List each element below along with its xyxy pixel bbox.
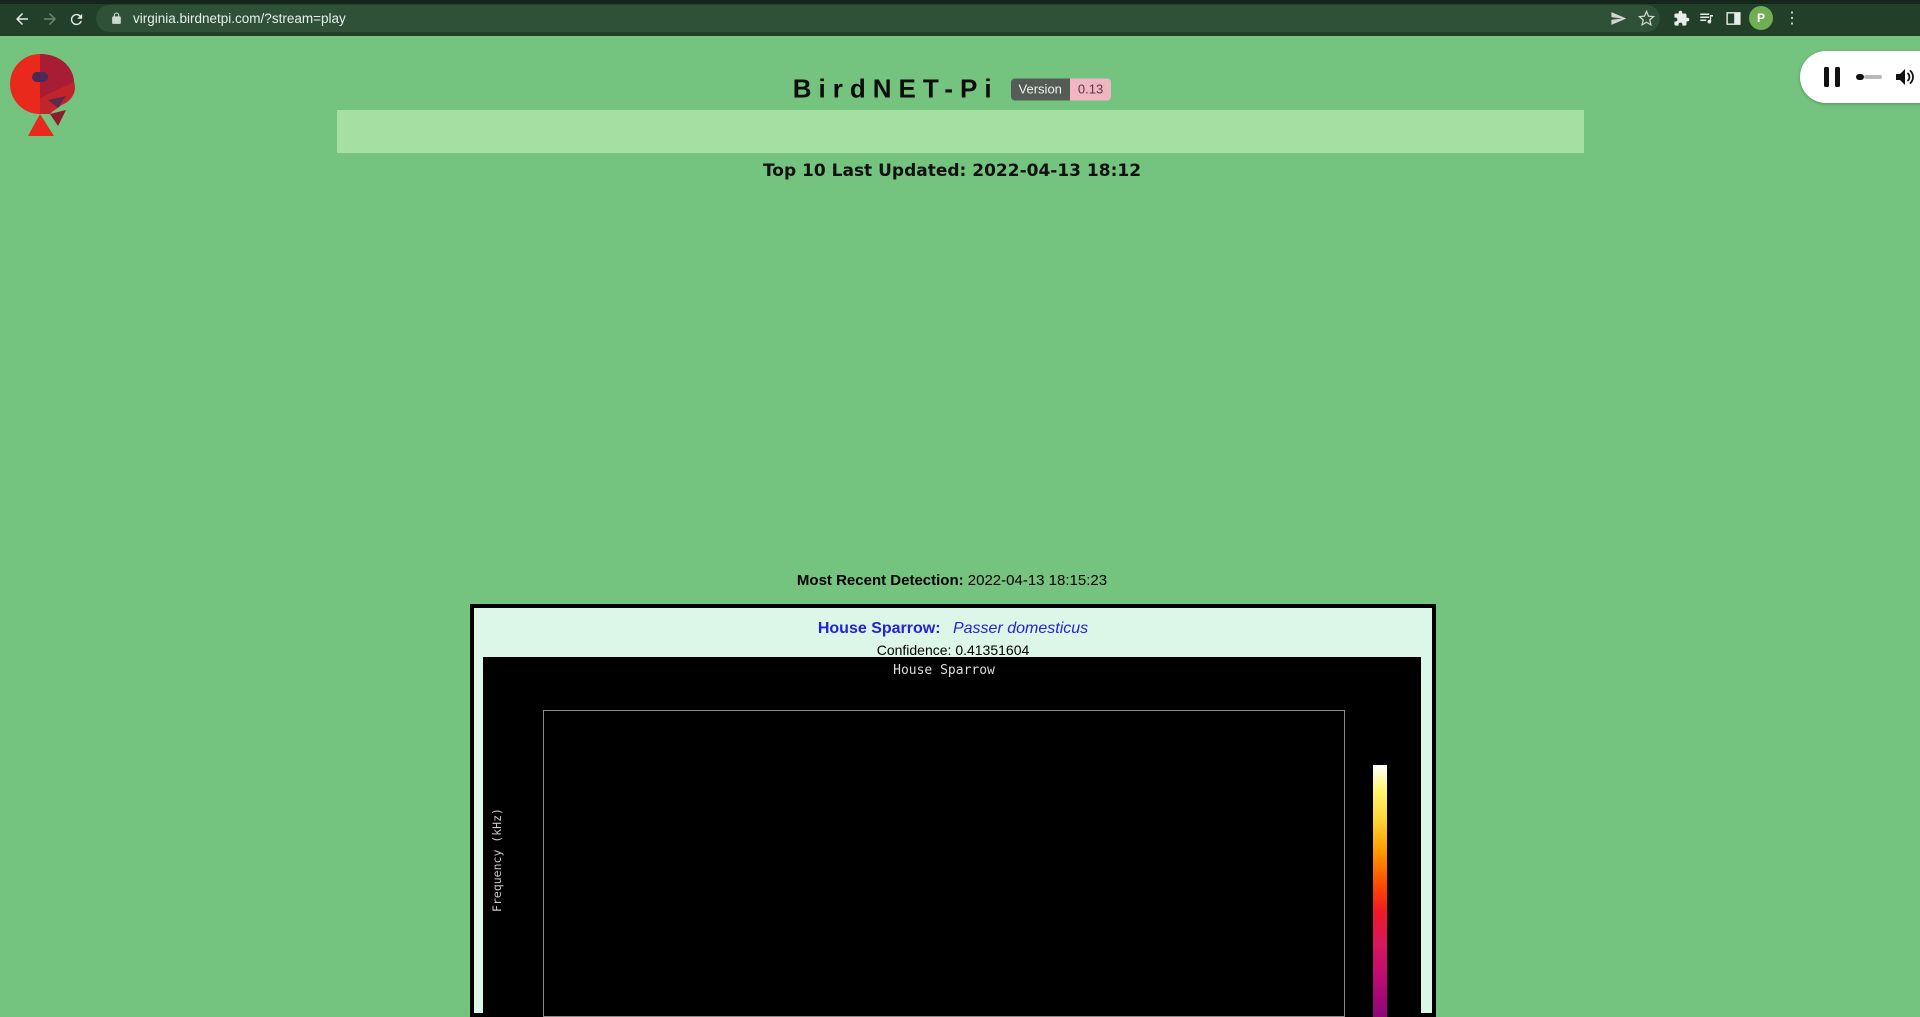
spectrogram-title: House Sparrow: [543, 663, 1345, 678]
profile-avatar[interactable]: P: [1749, 6, 1773, 30]
browser-toolbar: virginia.birdnetpi.com/?stream=play P ⋮: [0, 0, 1920, 36]
confidence-value: 0.41351604: [955, 642, 1029, 658]
colorbar: [1373, 765, 1387, 1017]
chart-title: Top 10 Last Updated: 2022-04-13 18:12: [0, 161, 1904, 181]
confidence-line: Confidence: 0.41351604: [474, 642, 1432, 658]
browser-back-button[interactable]: [9, 6, 35, 32]
browser-menu-icon[interactable]: ⋮: [1779, 5, 1805, 31]
most-recent-detection: Most Recent Detection: 2022-04-13 18:15:…: [0, 572, 1904, 589]
page-title: BirdNET-Pi: [793, 74, 999, 105]
page-header: BirdNET-Pi Version 0.13: [0, 74, 1904, 105]
browser-reload-button[interactable]: [63, 6, 89, 32]
speaker-icon: [1892, 65, 1916, 89]
send-icon[interactable]: [1605, 5, 1631, 31]
species-scientific-link[interactable]: Passer domesticus: [953, 620, 1088, 637]
extensions-icon[interactable]: [1668, 5, 1694, 31]
frequency-axis-label: Frequency (kHz): [490, 780, 504, 940]
side-panel-icon[interactable]: [1720, 5, 1746, 31]
reload-icon: [68, 11, 85, 28]
most-recent-label: Most Recent Detection:: [797, 572, 964, 589]
species-link[interactable]: House Sparrow:: [818, 620, 941, 637]
bookmark-star-icon[interactable]: [1633, 5, 1659, 31]
media-controls-icon[interactable]: [1694, 5, 1720, 31]
spectrogram-image: [544, 711, 1344, 1016]
seek-bar[interactable]: [1856, 74, 1882, 80]
version-label: Version: [1011, 78, 1070, 100]
spectrogram-box: House Sparrow: Passer domesticus Confide…: [470, 604, 1436, 1017]
detected-species-line: House Sparrow: Passer domesticus: [474, 620, 1432, 638]
volume-button[interactable]: [1892, 65, 1916, 89]
version-badge: Version 0.13: [1011, 78, 1112, 100]
confidence-label: Confidence:: [877, 642, 952, 658]
url-text: virginia.birdnetpi.com/?stream=play: [133, 11, 346, 26]
audio-player[interactable]: [1800, 51, 1920, 103]
pause-button[interactable]: [1824, 67, 1840, 87]
browser-forward-button[interactable]: [37, 6, 63, 32]
spectrogram-panel: House Sparrow Frequency (kHz): [483, 657, 1421, 1017]
most-recent-value: 2022-04-13 18:15:23: [968, 572, 1107, 589]
lock-icon: [110, 12, 123, 25]
back-arrow-icon: [13, 10, 31, 28]
window-top-strip: [0, 0, 1920, 4]
main-nav: [337, 110, 1584, 153]
forward-arrow-icon: [41, 10, 59, 28]
version-value: 0.13: [1070, 78, 1111, 100]
omnibox[interactable]: virginia.birdnetpi.com/?stream=play: [96, 5, 1660, 32]
